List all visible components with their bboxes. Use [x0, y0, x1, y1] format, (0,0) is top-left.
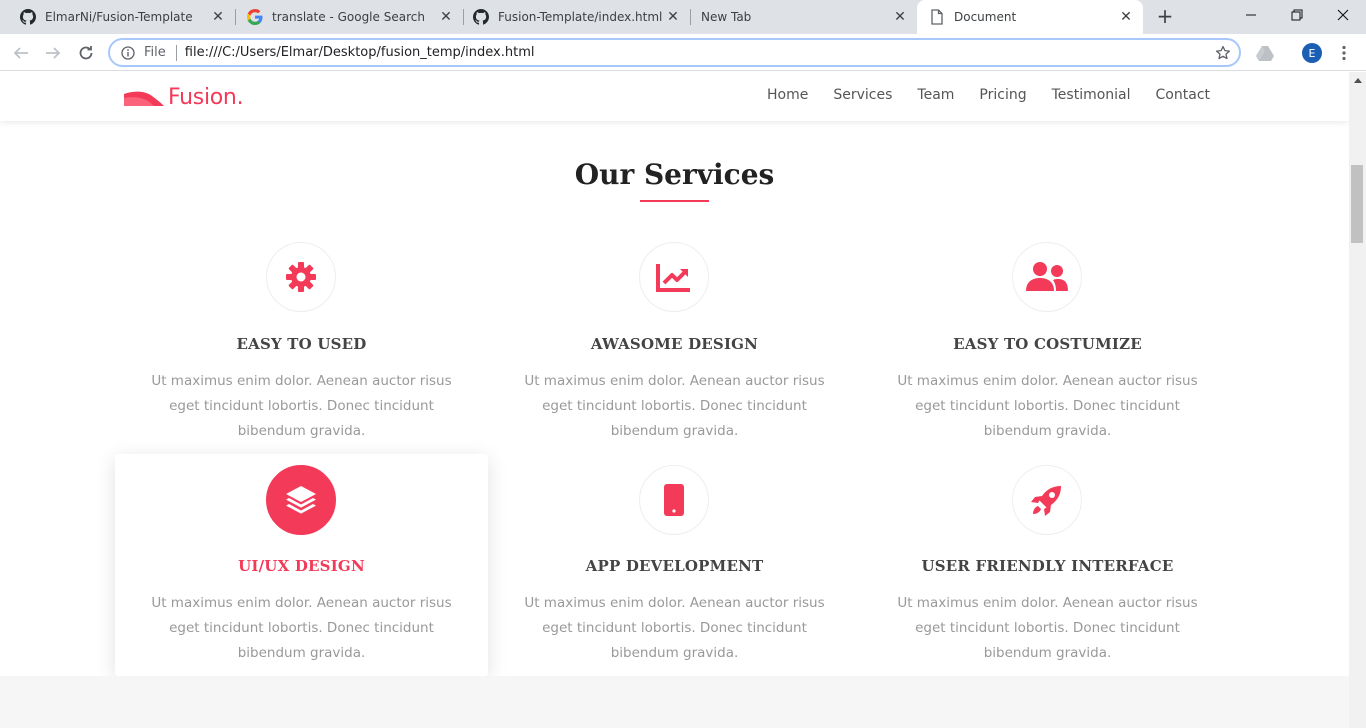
avatar[interactable]: E	[1301, 42, 1323, 64]
tab-title: translate - Google Search	[272, 10, 425, 24]
document-icon	[929, 9, 945, 25]
profile-initial: E	[1302, 43, 1322, 63]
mobile-icon	[639, 465, 709, 535]
google-icon	[247, 9, 263, 25]
site-header: Fusion. Home Services Team Pricing Testi…	[0, 72, 1349, 121]
next-section-band	[0, 676, 1349, 728]
browser-tab[interactable]: Fusion-Template/index.html at ✕	[453, 0, 690, 34]
browser-toolbar: File file:///C:/Users/Elmar/Desktop/fusi…	[0, 34, 1366, 71]
section-title: Our Services	[574, 158, 775, 191]
address-divider	[175, 44, 177, 61]
service-card-highlighted[interactable]: UI/UX DESIGN Ut maximus enim dolor. Aene…	[115, 454, 488, 676]
close-icon[interactable]: ✕	[891, 8, 909, 26]
service-title: UI/UX DESIGN	[238, 557, 365, 575]
service-description: Ut maximus enim dolor. Aenean auctor ris…	[524, 595, 825, 661]
new-tab-button[interactable]: +	[1153, 4, 1177, 28]
more-menu-icon[interactable]	[1333, 42, 1355, 64]
service-title: EASY TO USED	[236, 335, 367, 353]
chart-line-icon	[639, 242, 709, 312]
info-icon[interactable]	[120, 45, 136, 61]
browser-tab-active[interactable]: Document ✕	[917, 0, 1143, 34]
service-card: APP DEVELOPMENT Ut maximus enim dolor. A…	[488, 454, 861, 676]
service-title: APP DEVELOPMENT	[585, 557, 764, 575]
service-description: Ut maximus enim dolor. Aenean auctor ris…	[897, 373, 1198, 439]
nav-home[interactable]: Home	[767, 87, 808, 103]
star-icon[interactable]	[1215, 45, 1231, 61]
nav-team[interactable]: Team	[917, 87, 954, 103]
page-scrollbar[interactable]	[1349, 72, 1366, 728]
service-description: Ut maximus enim dolor. Aenean auctor ris…	[151, 595, 452, 661]
nav-pricing[interactable]: Pricing	[979, 87, 1026, 103]
service-card: EASY TO COSTUMIZE Ut maximus enim dolor.…	[861, 230, 1234, 452]
browser-tab[interactable]: ElmarNi/Fusion-Template ✕	[0, 0, 235, 34]
browser-tab-strip: ElmarNi/Fusion-Template ✕ translate - Go…	[0, 0, 1366, 34]
scroll-thumb[interactable]	[1351, 165, 1363, 243]
service-card: AWASOME DESIGN Ut maximus enim dolor. Ae…	[488, 230, 861, 452]
users-icon	[1012, 242, 1082, 312]
rocket-icon	[1012, 465, 1082, 535]
service-title: EASY TO COSTUMIZE	[953, 335, 1142, 353]
service-description: Ut maximus enim dolor. Aenean auctor ris…	[151, 373, 452, 439]
reload-icon[interactable]	[73, 40, 99, 66]
browser-tab[interactable]: translate - Google Search ✕	[227, 0, 463, 34]
layers-icon	[266, 465, 336, 535]
logo-wave-icon	[124, 91, 164, 106]
logo[interactable]: Fusion.	[124, 82, 244, 112]
scheme-label: File	[144, 45, 166, 60]
close-icon[interactable]: ✕	[1117, 8, 1135, 26]
tab-title: ElmarNi/Fusion-Template	[45, 10, 193, 24]
gear-icon	[266, 242, 336, 312]
service-title: AWASOME DESIGN	[590, 335, 759, 353]
service-description: Ut maximus enim dolor. Aenean auctor ris…	[897, 595, 1198, 661]
title-underline	[640, 200, 709, 202]
page-viewport: Fusion. Home Services Team Pricing Testi…	[0, 72, 1349, 728]
tab-title: Document	[954, 10, 1017, 24]
close-icon[interactable]: ✕	[209, 8, 227, 26]
drive-icon[interactable]	[1254, 42, 1276, 64]
github-icon	[20, 9, 36, 25]
restore-icon[interactable]	[1274, 0, 1320, 30]
minimize-icon[interactable]	[1228, 0, 1274, 30]
tab-title: New Tab	[701, 10, 752, 24]
nav-services[interactable]: Services	[833, 87, 892, 103]
logo-text: Fusion.	[168, 84, 244, 110]
back-arrow-icon[interactable]	[8, 40, 34, 66]
service-card: USER FRIENDLY INTERFACE Ut maximus enim …	[861, 454, 1234, 676]
url-text[interactable]: file:///C:/Users/Elmar/Desktop/fusion_te…	[185, 45, 535, 60]
scroll-up-arrow-icon[interactable]	[1349, 72, 1366, 89]
github-icon	[473, 9, 489, 25]
nav-contact[interactable]: Contact	[1156, 87, 1210, 103]
address-bar[interactable]: File file:///C:/Users/Elmar/Desktop/fusi…	[108, 38, 1241, 67]
close-window-icon[interactable]	[1320, 0, 1366, 30]
service-title: USER FRIENDLY INTERFACE	[921, 557, 1174, 575]
nav-testimonial[interactable]: Testimonial	[1052, 87, 1131, 103]
browser-tab[interactable]: New Tab ✕	[681, 0, 917, 34]
service-card: EASY TO USED Ut maximus enim dolor. Aene…	[115, 230, 488, 452]
forward-arrow-icon[interactable]	[40, 40, 66, 66]
close-icon[interactable]: ✕	[664, 8, 682, 26]
service-description: Ut maximus enim dolor. Aenean auctor ris…	[524, 373, 825, 439]
tab-title: Fusion-Template/index.html at	[498, 10, 664, 24]
main-nav: Home Services Team Pricing Testimonial C…	[742, 87, 1210, 103]
